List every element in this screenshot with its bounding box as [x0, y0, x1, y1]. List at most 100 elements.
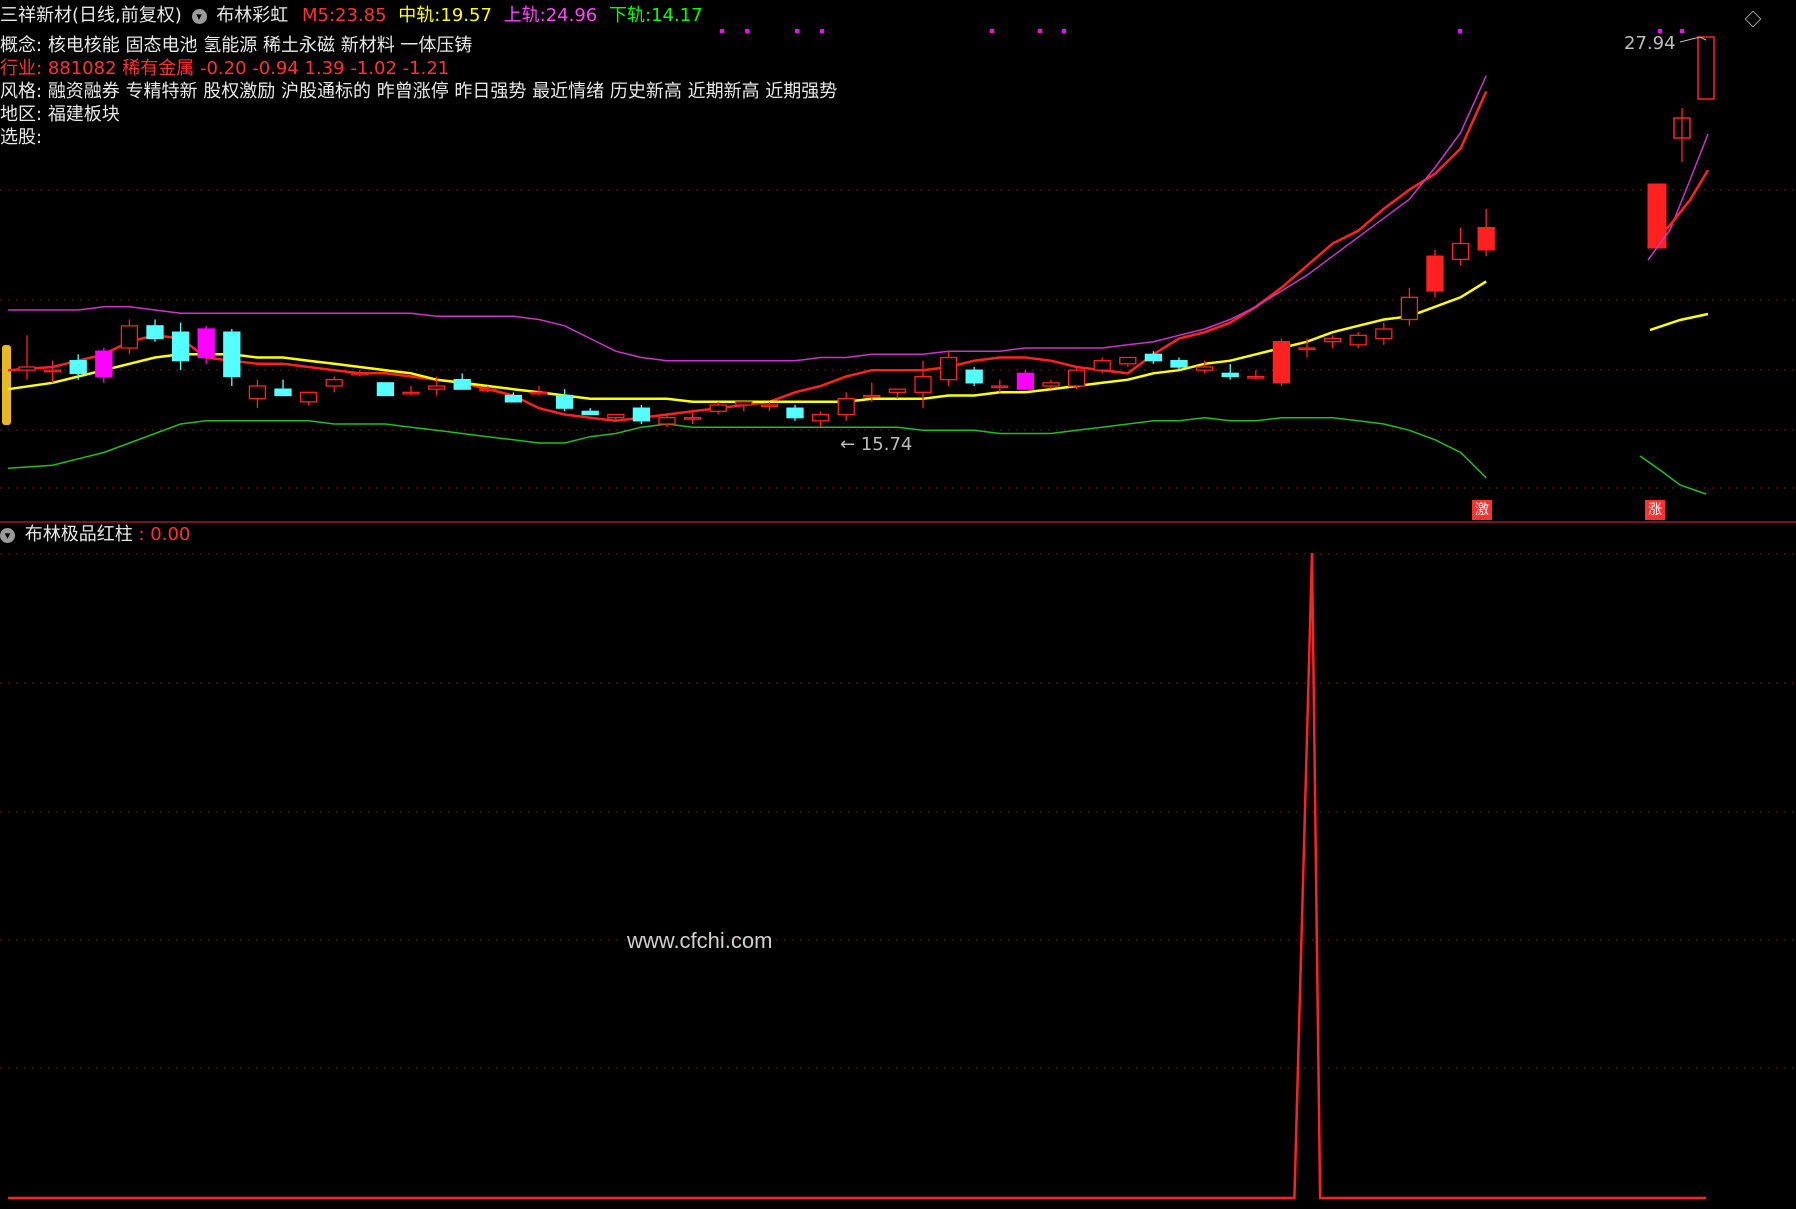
candle-body-16 — [427, 385, 446, 390]
candle-body-52 — [1349, 334, 1367, 346]
candle-body-33 — [863, 394, 881, 398]
info-industry: 行业: 881082 稀有金属 -0.20 -0.94 1.39 -1.02 -… — [0, 58, 449, 80]
watermark: www.cfchi.com — [627, 928, 773, 953]
style-value: 融资融券 专精特新 股权激励 沪股通标的 昨曾涨停 昨日强势 最近情绪 历史新高… — [47, 81, 838, 102]
m5-value: 23.85 — [335, 5, 387, 26]
candle-body-10 — [274, 388, 292, 397]
indicator-name[interactable]: 布林彩虹 — [216, 5, 288, 26]
high-price-label: 27.94 — [1624, 33, 1676, 54]
candle-body-38 — [991, 385, 1009, 389]
low-price-value: 15.74 — [860, 434, 913, 455]
info-region: 地区: 福建板块 — [0, 104, 120, 126]
candle-body-19 — [504, 394, 523, 403]
candle-body-35 — [914, 375, 932, 393]
candle-body-50 — [1298, 347, 1316, 351]
candle-body-29 — [760, 404, 779, 408]
candle-body-12 — [325, 379, 343, 387]
pick-label: 选股: — [0, 127, 43, 148]
candle-body-53 — [1375, 328, 1393, 340]
candle-body-18 — [479, 388, 497, 392]
price-indicator-bar — [2, 345, 11, 425]
candle-body-20 — [530, 391, 548, 395]
candle-body-57 — [1477, 227, 1495, 251]
sub-indicator-line — [8, 552, 1706, 1200]
top-marker-1 — [745, 29, 749, 33]
upper-value: 24.96 — [545, 5, 598, 26]
candle-body-22 — [581, 410, 599, 416]
candle-body-23 — [607, 413, 625, 419]
concept-value: 核电核能 固态电池 氢能源 稀土永磁 新材料 一体压铸 — [47, 35, 473, 56]
info-style: 风格: 融资融券 专精特新 股权激励 沪股通标的 昨曾涨停 昨日强势 最近情绪 … — [0, 81, 837, 103]
candle-body-25 — [658, 417, 676, 425]
candle-body-32 — [837, 398, 855, 416]
concept-label: 概念: — [0, 35, 43, 56]
lower-value: 14.17 — [651, 5, 703, 26]
band-line-下轨 — [7, 416, 1487, 479]
candle-body-37 — [965, 369, 983, 384]
style-label: 风格: — [0, 81, 43, 102]
candle-body-9 — [248, 385, 267, 400]
top-marker-4 — [990, 29, 994, 33]
m5-label: M5: — [301, 5, 336, 26]
chart-header: 三祥新材(日线,前复权) ▾ 布林彩虹 M5:23.85 中轨:19.57 上轨… — [0, 5, 703, 27]
lower-label: 下轨: — [608, 5, 652, 26]
candle-body-40 — [1042, 382, 1060, 387]
candle-body-54 — [1400, 296, 1419, 321]
candle-body-8 — [223, 331, 241, 378]
candle-body-27 — [709, 404, 727, 412]
industry-value[interactable]: 881082 稀有金属 -0.20 -0.94 1.39 -1.02 -1.21 — [48, 58, 449, 79]
candle-body-43 — [1119, 356, 1137, 365]
top-marker-0 — [720, 29, 724, 33]
candle-body-39 — [1016, 372, 1035, 390]
top-marker-3 — [820, 29, 824, 33]
candle-body-49 — [1272, 341, 1291, 384]
upper-label: 上轨: — [503, 5, 546, 26]
candle-body-46 — [1195, 366, 1214, 371]
sub-indicator-dropdown-icon[interactable]: ▾ — [0, 527, 15, 543]
tag-zhang[interactable]: 涨 — [1645, 500, 1665, 520]
tag-ji[interactable]: 激 — [1472, 500, 1492, 520]
candle-body-17 — [453, 379, 471, 390]
candle-body-41 — [1067, 369, 1086, 387]
top-marker-9 — [1680, 29, 1684, 33]
sub-indicator-value: : 0.00 — [138, 524, 191, 545]
candle-body-31 — [811, 413, 830, 422]
candle-body-55 — [1426, 255, 1444, 292]
info-concept: 概念: 核电核能 固态电池 氢能源 稀土永磁 新材料 一体压铸 — [0, 35, 472, 57]
band-line-上轨 — [8, 75, 1487, 362]
candle-body-4 — [120, 325, 139, 349]
candle-body-42 — [1093, 360, 1111, 371]
indicator-dropdown-icon[interactable]: ▾ — [191, 8, 207, 24]
mid-label: 中轨: — [398, 5, 441, 26]
candle-body-15 — [402, 391, 420, 395]
candle-body-2 — [69, 360, 87, 374]
candle-body-6 — [171, 331, 190, 362]
kline-chart[interactable] — [0, 0, 1796, 1209]
stock-name[interactable]: 三祥新材(日线,前复权) — [0, 5, 182, 26]
top-marker-7 — [1458, 29, 1462, 33]
candle-body-0 — [18, 366, 36, 371]
sub-header: ▾ 布林极品红柱 : 0.00 — [0, 524, 190, 546]
candle-body-11 — [299, 391, 318, 403]
candle-body-3 — [95, 350, 113, 378]
candle-body-last — [1697, 36, 1715, 100]
candle-body-24 — [632, 407, 651, 422]
region-value: 福建板块 — [47, 104, 120, 125]
sub-indicator-name[interactable]: 布林极品红柱 — [25, 524, 133, 545]
candle-body-51 — [1323, 337, 1342, 343]
sub-indicator-number: 0.00 — [150, 524, 191, 545]
candle-body-48 — [1247, 375, 1265, 379]
candle-body-5 — [146, 325, 164, 340]
mid-value: 19.57 — [440, 5, 492, 26]
candle-body-45 — [1170, 360, 1188, 368]
industry-label: 行业: — [0, 58, 43, 79]
top-marker-5 — [1038, 29, 1042, 33]
info-pick: 选股: — [0, 127, 42, 149]
candle-body-28 — [735, 401, 753, 406]
candle-body-34 — [888, 388, 907, 393]
candle-body-56 — [1451, 242, 1470, 260]
candle-body-44 — [1144, 353, 1163, 362]
candle-body-14 — [376, 382, 395, 397]
candle-body-7 — [197, 328, 215, 359]
region-label: 地区: — [0, 104, 43, 125]
